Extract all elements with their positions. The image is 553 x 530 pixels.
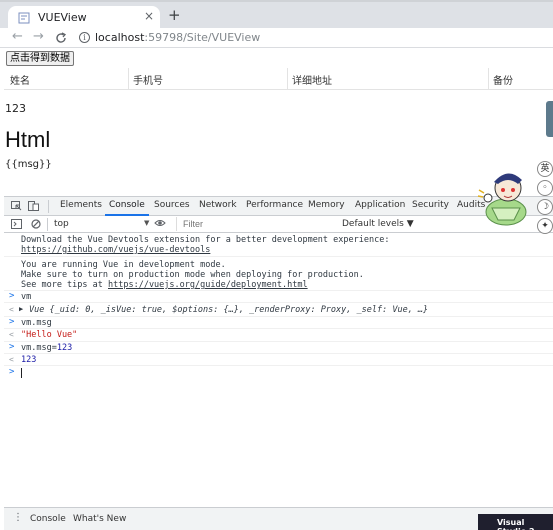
tab-console[interactable]: Console [109, 200, 145, 210]
url-path: :59798/Site/VUEView [144, 31, 261, 44]
result-arrow-icon: < [9, 330, 14, 339]
address-bar[interactable]: localhost:59798/Site/VUEView [95, 31, 260, 44]
result-object[interactable]: Vue {_uid: 0, _isVue: true, $options: {…… [29, 305, 428, 315]
device-toolbar-icon[interactable] [28, 201, 39, 211]
value-text: 123 [5, 102, 26, 115]
tab-elements[interactable]: Elements [60, 200, 102, 210]
console-result-line: < 123 [4, 354, 553, 366]
log-levels-dropdown[interactable]: Default levels ▼ [342, 219, 414, 229]
column-divider [488, 68, 489, 90]
tab-divider [48, 200, 49, 213]
command-text: vm.msg=123 [21, 343, 72, 353]
new-tab-button[interactable]: + [168, 8, 181, 23]
console-message: You are running Vue in development mode.… [4, 257, 553, 291]
site-info-icon[interactable]: i [79, 32, 90, 43]
context-selector[interactable]: top [54, 219, 69, 229]
drawer-tab-console[interactable]: Console [30, 514, 66, 524]
result-number: 123 [21, 355, 37, 365]
console-input-line: > vm [4, 291, 553, 303]
column-divider [287, 68, 288, 90]
command-lhs: vm.msg= [21, 343, 57, 353]
console-input-caret[interactable] [21, 368, 22, 378]
devtools-panel: Elements Console Sources Network Perform… [4, 196, 553, 530]
browser-tab[interactable]: VUEView × [8, 6, 160, 30]
drawer-tab-whats-new[interactable]: What's New [73, 514, 126, 524]
tab-sources[interactable]: Sources [154, 200, 190, 210]
taskbar-label: Visual Studio 2 [497, 518, 535, 530]
prompt-icon: > [9, 342, 15, 352]
ime-toggle-button[interactable]: 英 [537, 161, 553, 177]
tab-performance[interactable]: Performance [246, 200, 303, 210]
browser-window: VUEView × + ← → i localhost:59798/Site/V… [0, 0, 553, 530]
get-data-button[interactable]: 点击得到数据 [6, 51, 74, 66]
page-heading: Html [5, 127, 51, 152]
expand-arrow-icon[interactable]: ▶ [19, 305, 23, 313]
browser-toolbar: ← → i localhost:59798/Site/VUEView [0, 28, 553, 48]
console-toolbar: top ▼ Default levels ▼ [4, 216, 553, 233]
result-arrow-icon: < [9, 305, 14, 314]
column-header-phone: 手机号 [133, 76, 163, 87]
message-text: You are running Vue in development mode. [21, 260, 226, 270]
message-text: Make sure to turn on production mode whe… [21, 270, 364, 280]
tab-memory[interactable]: Memory [308, 200, 345, 210]
toolbar-divider [47, 218, 48, 231]
clear-console-icon[interactable] [31, 219, 41, 229]
more-options-icon[interactable]: ⋮ [13, 512, 23, 523]
tab-security[interactable]: Security [412, 200, 449, 210]
float-action-button[interactable]: ◦ [537, 180, 553, 196]
result-string: "Hello Vue" [21, 330, 78, 340]
page-viewport: 点击得到数据 姓名 手机号 详细地址 备份 123 Html {{msg}} [0, 49, 553, 199]
reload-icon[interactable] [55, 31, 67, 45]
forward-button[interactable]: → [33, 29, 44, 44]
column-header-name: 姓名 [10, 76, 30, 87]
command-rhs: 123 [56, 343, 73, 353]
tab-network[interactable]: Network [199, 200, 237, 210]
tab-title: VUEView [38, 11, 87, 24]
tab-application[interactable]: Application [355, 200, 405, 210]
deployment-link[interactable]: https://vuejs.org/guide/deployment.html [108, 280, 308, 290]
template-text: {{msg}} [5, 159, 52, 170]
settings-sparkle-icon[interactable]: ✦ [537, 218, 553, 234]
back-button[interactable]: ← [12, 29, 23, 44]
command-text: vm.msg [21, 318, 52, 328]
result-arrow-icon: < [9, 355, 14, 364]
console-message: Download the Vue Devtools extension for … [4, 233, 553, 257]
moon-icon[interactable]: ☽ [537, 199, 553, 215]
prompt-icon: > [9, 317, 15, 327]
message-text: See more tips at https://vuejs.org/guide… [21, 280, 308, 290]
devtools-tabbar: Elements Console Sources Network Perform… [4, 197, 553, 216]
url-host: localhost [95, 31, 145, 44]
console-input-line: > vm.msg [4, 317, 553, 329]
command-text: vm [21, 292, 32, 302]
column-header-address: 详细地址 [292, 76, 332, 87]
mascot-widget-icon[interactable] [474, 160, 536, 230]
message-prefix: See more tips at [21, 280, 108, 290]
inspect-element-icon[interactable] [11, 201, 22, 211]
tab-strip: VUEView × + [0, 0, 553, 30]
eye-icon[interactable] [154, 218, 166, 228]
console-result-line: < "Hello Vue" [4, 329, 553, 342]
filter-input[interactable] [176, 217, 340, 231]
devtools-link[interactable]: https://github.com/vuejs/vue-devtools [21, 245, 210, 255]
table-header: 姓名 手机号 详细地址 备份 [4, 68, 553, 90]
console-result-line[interactable]: < ▶ Vue {_uid: 0, _isVue: true, $options… [4, 303, 553, 317]
link-text[interactable]: https://github.com/vuejs/vue-devtools [21, 245, 210, 255]
console-output[interactable]: Download the Vue Devtools extension for … [4, 233, 553, 499]
prompt-icon: > [9, 291, 15, 301]
message-text: Download the Vue Devtools extension for … [21, 235, 390, 245]
console-input-line: > vm.msg=123 [4, 342, 553, 354]
devtools-drawer: ⋮ Console What's New [4, 507, 553, 530]
page-favicon-icon [18, 12, 30, 24]
side-panel-handle[interactable] [546, 101, 553, 137]
column-header-backup: 备份 [493, 76, 513, 87]
prompt-icon: > [9, 367, 15, 377]
close-tab-icon[interactable]: × [144, 9, 154, 23]
column-divider [128, 68, 129, 90]
chevron-down-icon[interactable]: ▼ [144, 219, 149, 227]
sidebar-toggle-icon[interactable] [11, 219, 22, 229]
